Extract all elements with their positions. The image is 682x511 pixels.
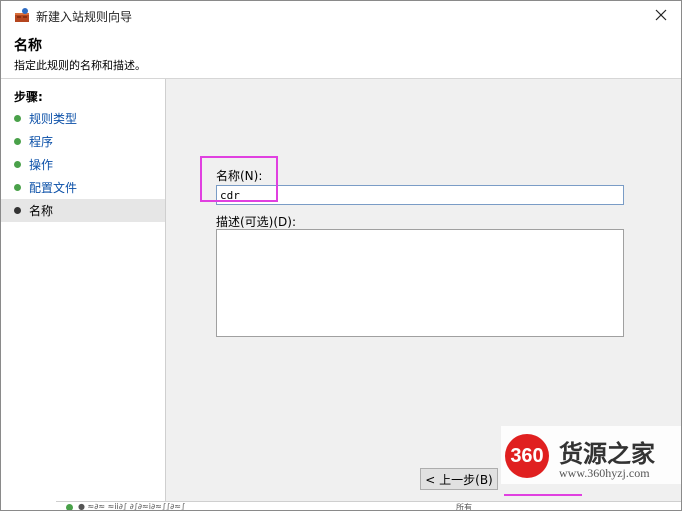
background-window-strip: ● ≈∂≈ ≈ii∂∫ ∂∫∂≈i∂≈∫∫∂≈∫ 所有 — [56, 501, 681, 511]
step-bullet-icon — [14, 138, 21, 145]
step-label: 规则类型 — [29, 112, 78, 126]
close-icon — [655, 9, 667, 21]
step-bullet-icon — [14, 207, 21, 214]
step-bullet-icon — [14, 115, 21, 122]
window-title: 新建入站规则向导 — [36, 10, 133, 24]
step-label: 名称 — [29, 204, 54, 218]
steps-sidebar: 步骤: 规则类型 程序 操作 配置文件 名称 — [1, 79, 166, 510]
step-rule-type[interactable]: 规则类型 — [1, 107, 165, 130]
step-label: 配置文件 — [29, 181, 78, 195]
steps-title: 步骤: — [14, 90, 43, 104]
name-input[interactable] — [216, 185, 624, 205]
steps-list: 规则类型 程序 操作 配置文件 名称 — [1, 107, 165, 222]
step-bullet-icon — [14, 184, 21, 191]
wizard-window: 新建入站规则向导 名称 指定此规则的名称和描述。 步骤: 规则类型 程序 操作 — [0, 0, 682, 511]
description-input[interactable] — [216, 229, 624, 337]
page-description: 指定此规则的名称和描述。 — [14, 59, 146, 72]
description-label: 描述(可选)(D): — [216, 215, 297, 229]
step-name: 名称 — [1, 199, 165, 222]
highlight-underline — [504, 494, 582, 496]
background-text: 所有 — [456, 503, 472, 511]
status-dot-icon — [66, 504, 73, 510]
step-label: 程序 — [29, 135, 54, 149]
firewall-icon — [14, 7, 30, 23]
back-button[interactable]: < 上一步(B) — [420, 468, 498, 490]
step-program[interactable]: 程序 — [1, 130, 165, 153]
watermark-logo: 360 — [505, 434, 549, 478]
watermark-name: 货源之家 — [559, 440, 655, 468]
background-text: ● ≈∂≈ ≈ii∂∫ ∂∫∂≈i∂≈∫∫∂≈∫ — [78, 502, 186, 511]
name-label: 名称(N): — [216, 169, 263, 183]
watermark: 360 货源之家 www.360hyzj.com — [501, 426, 681, 484]
page-header: 名称 指定此规则的名称和描述。 — [1, 29, 681, 79]
page-title: 名称 — [14, 38, 42, 54]
watermark-url: www.360hyzj.com — [559, 466, 650, 480]
step-action[interactable]: 操作 — [1, 153, 165, 176]
step-profile[interactable]: 配置文件 — [1, 176, 165, 199]
step-bullet-icon — [14, 161, 21, 168]
title-bar: 新建入站规则向导 — [1, 1, 681, 29]
step-label: 操作 — [29, 158, 54, 172]
close-button[interactable] — [649, 3, 673, 27]
